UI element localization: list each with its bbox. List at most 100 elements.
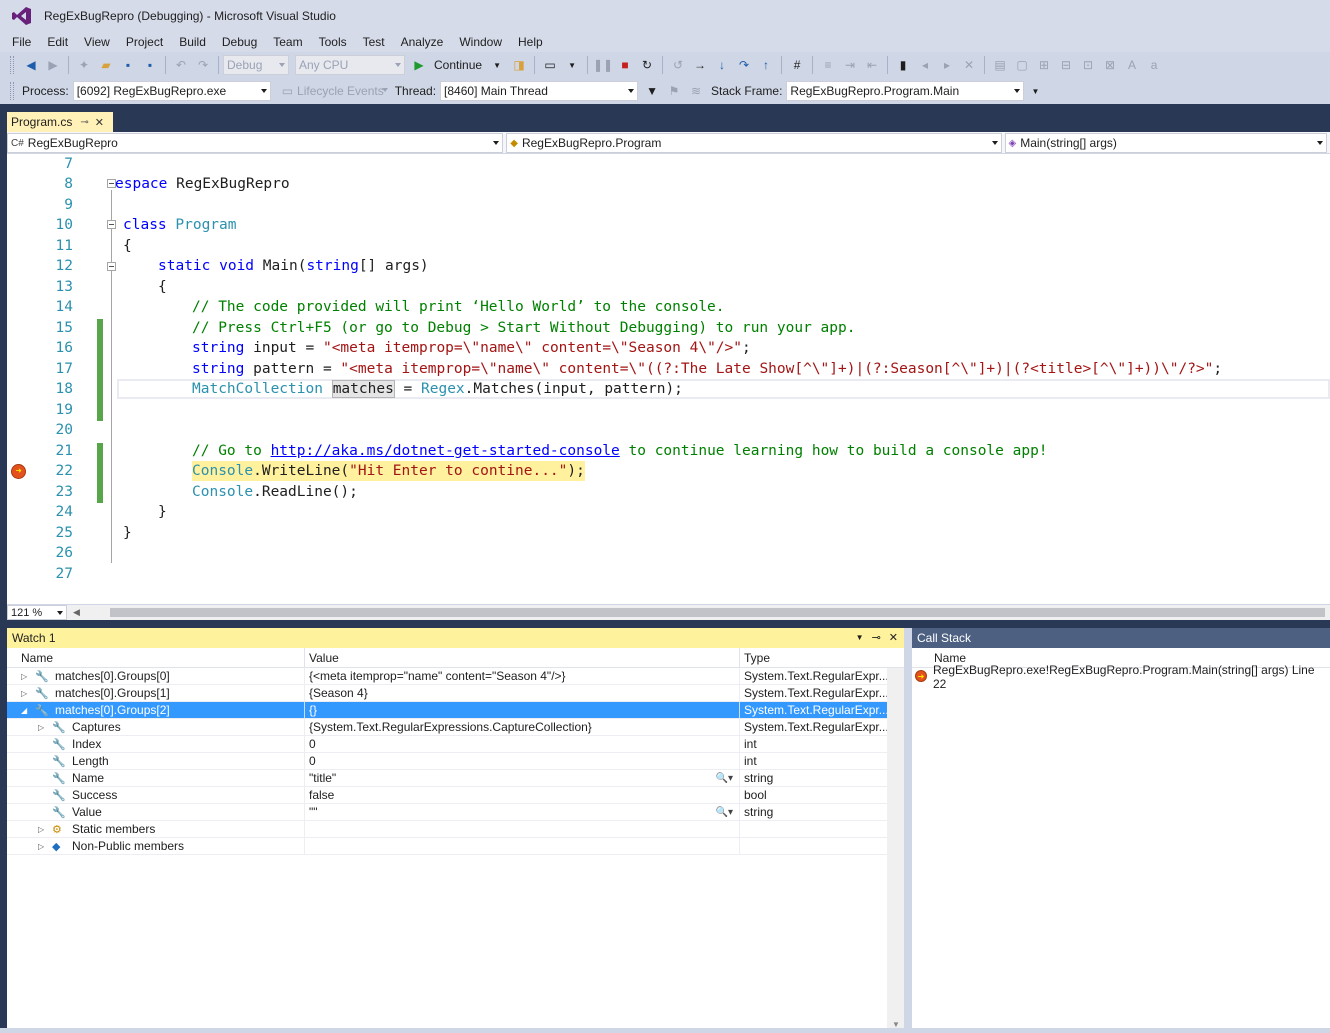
stack-frame-combo[interactable]: RegExBugRepro.Program.Main: [786, 81, 1025, 101]
save-all-icon[interactable]: ▪: [142, 57, 158, 73]
grid-icon[interactable]: ⊠: [1102, 57, 1118, 73]
expand-icon[interactable]: ▷: [21, 672, 27, 681]
spacing-icon[interactable]: ⊟: [1058, 57, 1074, 73]
call-stack-header[interactable]: Call Stack: [912, 628, 1330, 648]
step-out-icon[interactable]: ↑: [758, 57, 774, 73]
watch-row[interactable]: 🔧 Name "title" 🔍▾ string: [7, 770, 887, 787]
size-icon[interactable]: ⊡: [1080, 57, 1096, 73]
outline-icon[interactable]: ≡: [820, 57, 836, 73]
restart-icon[interactable]: ↻: [639, 57, 655, 73]
process-combo[interactable]: [6092] RegExBugRepro.exe: [72, 81, 271, 101]
continue-button[interactable]: Continue: [434, 58, 482, 72]
close-icon[interactable]: ✕: [889, 631, 898, 644]
highlighted-reference[interactable]: matches: [331, 380, 395, 398]
navigate-forward-icon[interactable]: ▶: [45, 57, 61, 73]
text-visualizer-icon[interactable]: 🔍▾: [716, 773, 733, 784]
save-icon[interactable]: ▪: [120, 57, 136, 73]
solution-platform-combo[interactable]: Any CPU: [295, 55, 405, 75]
scroll-left-icon[interactable]: ◀: [73, 607, 80, 618]
previous-bookmark-icon[interactable]: ◂: [917, 57, 933, 73]
menu-build[interactable]: Build: [173, 35, 212, 49]
zoom-combo[interactable]: 121 %: [7, 605, 67, 620]
align-icon[interactable]: ⊞: [1036, 57, 1052, 73]
watch-row[interactable]: 🔧 Success false bool: [7, 787, 887, 804]
window-position-icon[interactable]: ▼: [856, 633, 864, 644]
toolbar-options-icon[interactable]: ▼: [1027, 83, 1043, 99]
menu-view[interactable]: View: [78, 35, 116, 49]
bookmark-icon[interactable]: ▮: [895, 57, 911, 73]
text-size-icon[interactable]: A: [1124, 57, 1140, 73]
toolbar-grip[interactable]: [10, 56, 14, 74]
horizontal-scrollbar-thumb[interactable]: [109, 608, 1325, 617]
expand-icon[interactable]: ▷: [21, 689, 27, 698]
continue-play-icon[interactable]: ▶: [411, 57, 427, 73]
tab-program-cs[interactable]: Program.cs ⊸ ✕: [7, 112, 113, 132]
panel-splitter[interactable]: [904, 628, 912, 1033]
show-next-statement-icon[interactable]: →: [692, 57, 708, 73]
instruction-pointer-icon[interactable]: ➜: [11, 464, 26, 479]
menu-help[interactable]: Help: [512, 35, 549, 49]
chevron-down-icon[interactable]: ▼: [564, 57, 580, 73]
menu-edit[interactable]: Edit: [41, 35, 74, 49]
font-icon[interactable]: a: [1146, 57, 1162, 73]
pin-icon[interactable]: ⊸: [872, 631, 881, 644]
open-file-icon[interactable]: ▰: [98, 57, 114, 73]
next-bookmark-icon[interactable]: ▸: [939, 57, 955, 73]
expand-icon[interactable]: ▷: [38, 842, 44, 851]
watch-row[interactable]: 🔧 Value "" 🔍▾ string: [7, 804, 887, 821]
watch-panel-header[interactable]: Watch 1 ▼ ⊸ ✕: [7, 628, 904, 648]
step-over-icon[interactable]: ↷: [736, 57, 752, 73]
watch-row-selected[interactable]: ◢ 🔧 matches[0].Groups[2] {} System.Text.Re…: [7, 702, 887, 719]
url-link[interactable]: http://aka.ms/dotnet-get-started-console: [271, 443, 620, 459]
watch-row[interactable]: ▷ 🔧 matches[0].Groups[1] {Season 4} System…: [7, 685, 887, 702]
thread-combo[interactable]: [8460] Main Thread: [440, 81, 639, 101]
watch-row[interactable]: ▷ 🔧 matches[0].Groups[0] {<meta itemprop="…: [7, 668, 887, 685]
member-nav-combo[interactable]: ◈ Main(string[] args): [1004, 133, 1328, 153]
indent-icon[interactable]: ⇥: [842, 57, 858, 73]
close-icon[interactable]: ✕: [95, 116, 104, 129]
break-all-icon[interactable]: ❚❚: [593, 57, 613, 73]
format-icon[interactable]: ▤: [992, 57, 1008, 73]
attach-process-icon[interactable]: ◨: [511, 57, 527, 73]
watch-row[interactable]: ▷ ⚙ Static members: [7, 821, 887, 838]
new-project-icon[interactable]: ✦: [76, 57, 92, 73]
document-icon[interactable]: ▢: [1014, 57, 1030, 73]
flag-threads-icon[interactable]: ⚑: [666, 83, 682, 99]
lifecycle-events-combo[interactable]: ▭ Lifecycle Events: [279, 81, 391, 101]
menu-test[interactable]: Test: [357, 35, 391, 49]
clear-bookmarks-icon[interactable]: ✕: [961, 57, 977, 73]
expand-icon[interactable]: ▷: [38, 825, 44, 834]
pin-icon[interactable]: ⊸: [80, 117, 88, 128]
code-editor[interactable]: 7 8 espace RegExBugRepro 9 10 class Progra…: [7, 154, 1330, 604]
stack-frame-icon[interactable]: ≋: [688, 83, 704, 99]
column-type[interactable]: Type: [740, 648, 887, 667]
watch-row[interactable]: 🔧 Index 0 int: [7, 736, 887, 753]
solution-configuration-combo[interactable]: Debug: [223, 55, 289, 75]
menu-debug[interactable]: Debug: [216, 35, 263, 49]
watch-row[interactable]: ▷ 🔧 Captures {System.Text.RegularExpressio…: [7, 719, 887, 736]
apply-code-changes-icon[interactable]: ↺: [670, 57, 686, 73]
redo-icon[interactable]: ↷: [195, 57, 211, 73]
step-into-icon[interactable]: ↓: [714, 57, 730, 73]
menu-tools[interactable]: Tools: [313, 35, 353, 49]
menu-analyze[interactable]: Analyze: [395, 35, 450, 49]
menu-window[interactable]: Window: [453, 35, 508, 49]
browser-link-icon[interactable]: ▭: [542, 57, 558, 73]
filter-icon[interactable]: ▼: [644, 83, 660, 99]
text-visualizer-icon[interactable]: 🔍▾: [716, 807, 733, 818]
column-name[interactable]: Name: [7, 648, 305, 667]
column-value[interactable]: Value: [305, 648, 740, 667]
watch-row[interactable]: 🔧 Length 0 int: [7, 753, 887, 770]
menu-file[interactable]: File: [6, 35, 37, 49]
navigate-back-icon[interactable]: ◀: [23, 57, 39, 73]
undo-icon[interactable]: ↶: [173, 57, 189, 73]
project-nav-combo[interactable]: C# RegExBugRepro: [7, 133, 504, 153]
outdent-icon[interactable]: ⇤: [864, 57, 880, 73]
watch-row[interactable]: ▷ ◆ Non-Public members: [7, 838, 887, 855]
chevron-down-icon[interactable]: ▼: [489, 57, 505, 73]
call-stack-frame[interactable]: ➜ RegExBugRepro.exe!RegExBugRepro.Progra…: [912, 663, 1330, 691]
stop-debugging-icon[interactable]: ■: [617, 57, 633, 73]
type-nav-combo[interactable]: ◆ RegExBugRepro.Program: [506, 133, 1002, 153]
hex-display-icon[interactable]: #: [789, 57, 805, 73]
collapse-icon[interactable]: ◢: [21, 706, 27, 715]
